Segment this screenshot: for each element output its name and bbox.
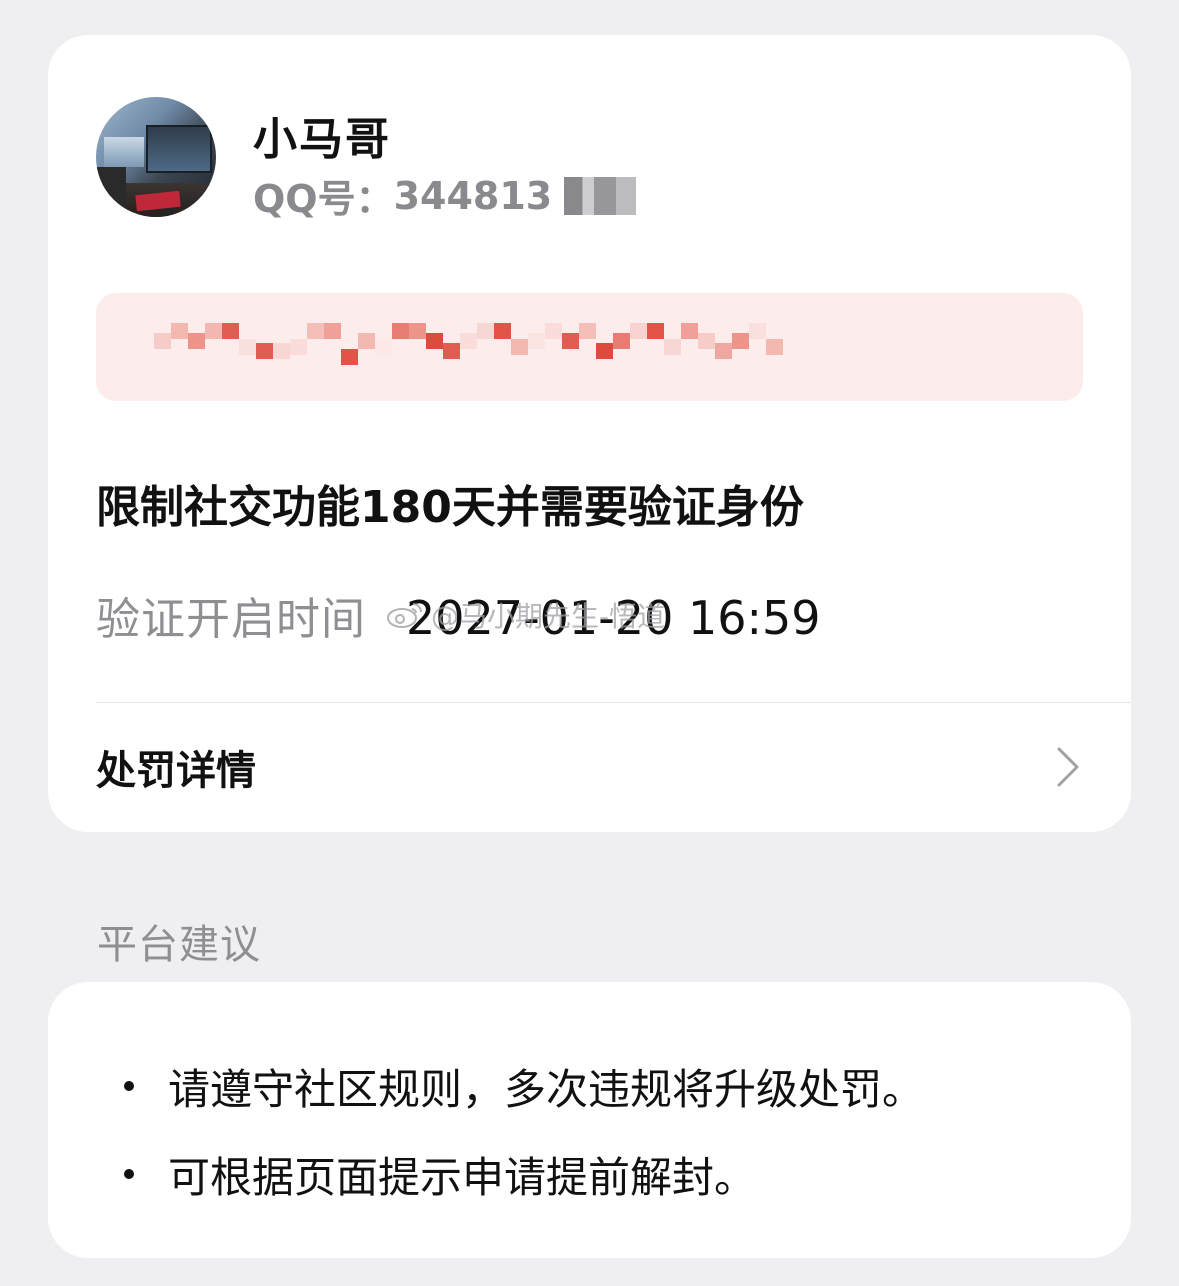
mosaic-pixel (358, 333, 375, 349)
mosaic-pixel (426, 333, 443, 349)
bullet-icon (124, 1169, 134, 1179)
weibo-watermark: @马小期先生-悟道 (385, 595, 665, 635)
mosaic-pixel (188, 333, 205, 349)
mosaic-pixel (324, 323, 341, 339)
mosaic-pixel (596, 343, 613, 359)
penalty-detail-label: 处罚详情 (96, 748, 256, 794)
advice-item-text: 可根据页面提示申请提前解封。 (168, 1152, 757, 1202)
mosaic-pixel (579, 323, 596, 339)
mosaic-pixel (698, 333, 715, 349)
mosaic-pixel (443, 343, 460, 359)
mosaic-pixel (664, 339, 681, 355)
avatar-photo-monitor (146, 125, 212, 173)
mosaic-pixel (630, 323, 647, 339)
mosaic-pixel (715, 343, 732, 359)
mosaic-pixel (562, 333, 579, 349)
advice-item: 请遵守社区规则，多次违规将升级处罚。 (124, 1042, 1091, 1130)
mosaic-pixel (171, 323, 188, 339)
mosaic-pixel (256, 343, 273, 359)
weibo-icon (387, 603, 422, 628)
mosaic-pixel (273, 343, 290, 359)
chevron-right-icon (1057, 747, 1079, 787)
mosaic-pixel (477, 323, 494, 339)
mosaic-pixel (494, 323, 511, 339)
mosaic-pixel (307, 323, 324, 339)
penalty-title: 限制社交功能180天并需要验证身份 (96, 482, 804, 533)
mosaic-pixel (154, 333, 171, 349)
mosaic-pixel (205, 323, 222, 339)
mosaic-pixel (460, 333, 477, 349)
platform-advice-card: 请遵守社区规则，多次违规将升级处罚。 可根据页面提示申请提前解封。 (48, 982, 1131, 1258)
mosaic-pixel (511, 339, 528, 355)
avatar-photo-window (104, 137, 144, 167)
verify-time-label: 验证开启时间 (96, 594, 366, 645)
mosaic-pixel (222, 323, 239, 339)
mosaic-pixel (732, 333, 749, 349)
advice-item: 可根据页面提示申请提前解封。 (124, 1130, 1091, 1218)
avatar (96, 97, 216, 217)
advice-list: 请遵守社区规则，多次违规将升级处罚。 可根据页面提示申请提前解封。 (124, 1042, 1091, 1218)
mosaic-pixel (647, 323, 664, 339)
penalty-detail-row[interactable]: 处罚详情 (96, 703, 1083, 831)
qq-number-mask (564, 176, 637, 215)
mosaic-redacted-text (154, 323, 783, 371)
qq-number: 344813 (393, 173, 553, 218)
mosaic-pixel (375, 339, 392, 355)
mosaic-pixel (409, 323, 426, 339)
mosaic-pixel (681, 323, 698, 339)
mosaic-pixel (341, 349, 358, 365)
user-nickname: 小马哥 (253, 114, 391, 165)
mosaic-pixel (613, 333, 630, 349)
qq-label: QQ号： (253, 177, 394, 221)
violation-notice-banner (96, 293, 1083, 401)
mosaic-pixel (290, 339, 307, 355)
mosaic-pixel (766, 339, 783, 355)
platform-advice-title: 平台建议 (97, 922, 261, 968)
bullet-icon (124, 1081, 134, 1091)
mosaic-pixel (528, 333, 545, 349)
watermark-text: @马小期先生-悟道 (431, 600, 666, 633)
mosaic-pixel (239, 339, 256, 355)
mosaic-pixel (392, 323, 409, 339)
avatar-mask-block (96, 167, 126, 207)
mosaic-pixel (749, 323, 766, 339)
penalty-card: 小马哥 QQ号： 344813 限制社交功能180天并需要验证身份 验证开启时间… (48, 35, 1131, 832)
advice-item-text: 请遵守社区规则，多次违规将升级处罚。 (168, 1064, 925, 1114)
qq-number-row: QQ号： 344813 (253, 168, 637, 223)
mosaic-pixel (545, 323, 562, 339)
